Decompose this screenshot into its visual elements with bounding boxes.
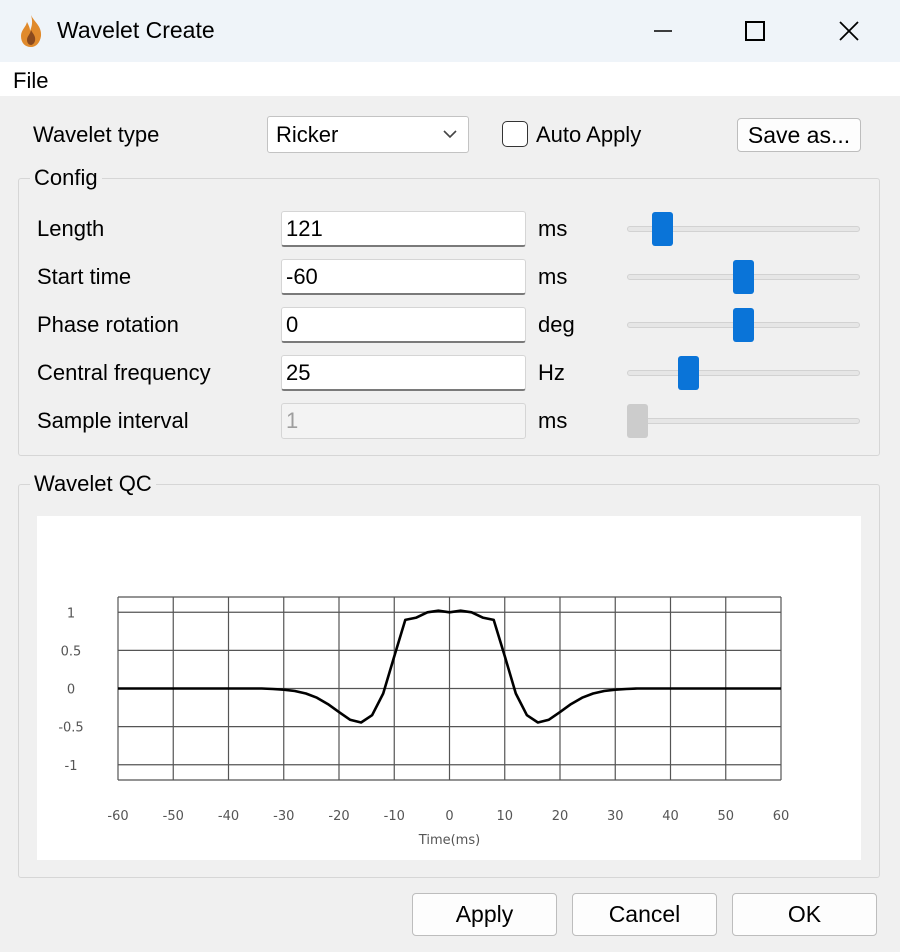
start-time-slider-thumb[interactable] (733, 260, 754, 294)
title-bar: Wavelet Create (0, 0, 900, 62)
x-tick-label: -20 (328, 809, 349, 824)
y-tick-label: -0.5 (58, 721, 83, 736)
x-tick-label: -30 (273, 809, 294, 824)
central-frequency-slider-thumb[interactable] (677, 356, 699, 390)
sample-interval-label: Sample interval (37, 408, 189, 433)
wavelet-type-value: Ricker (276, 122, 339, 147)
minimize-button[interactable] (617, 0, 709, 62)
wavelet-type-select[interactable]: Ricker (267, 116, 469, 153)
x-tick-label: -10 (384, 809, 405, 824)
start-time-input[interactable]: -60 (281, 259, 526, 295)
save-as-button[interactable]: Save as... (737, 118, 861, 152)
maximize-button[interactable] (709, 0, 801, 62)
sample-interval-slider-thumb (627, 404, 648, 438)
wavelet-chart: 1 0.5 0 -0.5 -1 -60 -50 -40 -30 -20 -10 0 10 20 30 40 50… (58, 596, 790, 848)
x-tick-label: 50 (717, 809, 734, 824)
flame-icon (21, 15, 42, 47)
chevron-down-icon (443, 130, 457, 139)
x-tick-label: 0 (445, 809, 453, 824)
central-frequency-input[interactable]: 25 (281, 355, 526, 391)
central-frequency-slider-track[interactable] (627, 370, 860, 376)
length-input[interactable]: 121 (281, 211, 526, 247)
start-time-label: Start time (37, 264, 132, 289)
sample-interval-slider-track (627, 418, 860, 424)
x-tick-label: -40 (218, 809, 239, 824)
auto-apply-label: Auto Apply (536, 122, 642, 147)
cancel-button[interactable]: Cancel (572, 893, 717, 936)
apply-button[interactable]: Apply (412, 893, 557, 936)
maximize-icon (745, 21, 765, 41)
y-tick-label: 1 (67, 606, 75, 621)
y-tick-label: -1 (65, 759, 78, 774)
x-tick-label: 10 (496, 809, 513, 824)
ok-button[interactable]: OK (732, 893, 877, 936)
wavelet-type-label: Wavelet type (33, 122, 160, 147)
x-tick-label: 40 (662, 809, 679, 824)
config-group-title: Config (30, 165, 102, 191)
length-slider-thumb[interactable] (652, 212, 674, 246)
close-button[interactable] (803, 0, 895, 62)
menu-file[interactable]: File (13, 68, 48, 94)
x-tick-label: 20 (552, 809, 569, 824)
x-tick-label: -50 (163, 809, 184, 824)
phase-rotation-input[interactable]: 0 (281, 307, 526, 343)
sample-interval-input: 1 (281, 403, 526, 439)
menu-bar: File (0, 62, 900, 96)
phase-rotation-slider-thumb[interactable] (733, 308, 754, 342)
phase-rotation-label: Phase rotation (37, 312, 179, 337)
wavelet-qc-group-title: Wavelet QC (30, 471, 156, 497)
close-icon (839, 21, 859, 41)
x-tick-label: -60 (107, 809, 128, 824)
sample-interval-unit: ms (538, 408, 568, 433)
y-tick-label: 0 (67, 683, 75, 698)
central-frequency-unit: Hz (538, 360, 565, 385)
phase-rotation-unit: deg (538, 312, 575, 337)
central-frequency-label: Central frequency (37, 360, 211, 385)
x-tick-label: 60 (773, 809, 790, 824)
minimize-icon (654, 30, 672, 32)
auto-apply-checkbox[interactable] (502, 121, 528, 147)
x-tick-label: 30 (607, 809, 624, 824)
y-tick-label: 0.5 (61, 644, 82, 659)
wavelet-plot: 1 0.5 0 -0.5 -1 -60 -50 -40 -30 -20 -10 0 10 20 30 40 50… (37, 516, 861, 860)
x-axis-label: Time(ms) (418, 833, 480, 848)
length-label: Length (37, 216, 105, 241)
start-time-unit: ms (538, 264, 568, 289)
length-unit: ms (538, 216, 568, 241)
window-title: Wavelet Create (57, 17, 215, 43)
